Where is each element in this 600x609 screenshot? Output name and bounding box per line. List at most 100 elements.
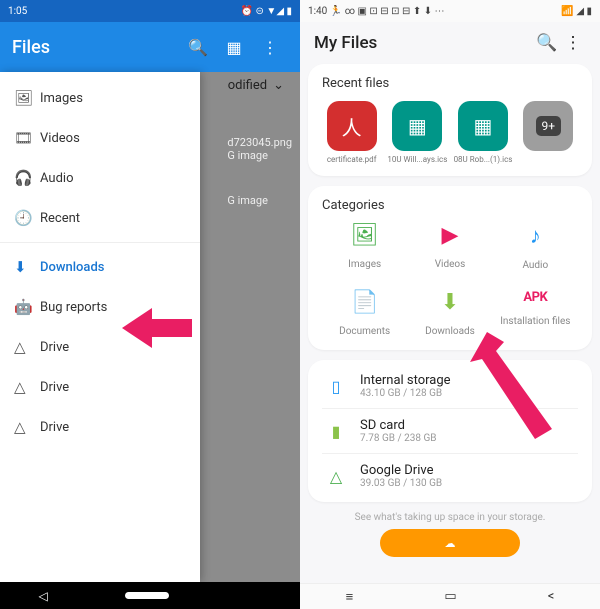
- recent-file[interactable]: ▦ 08U Rob...(1).ics: [453, 101, 512, 164]
- status-time: 1:05: [8, 6, 27, 17]
- drive-icon: △: [14, 338, 40, 356]
- video-icon: 🎞: [14, 129, 40, 147]
- navigation-drawer: 🖼Images 🎞Videos 🎧Audio 🕘Recent ⬇Download…: [0, 72, 200, 582]
- file-type: G image: [227, 194, 292, 207]
- categories-card: Categories 🖼 Images ▶ Videos ♪ Audio 📄 Docum…: [308, 186, 592, 350]
- status-bar: 1:05 ⏰ ⊝ ▼◢ ▮: [0, 0, 300, 22]
- back-button[interactable]: <: [548, 589, 555, 604]
- app-title: Files: [12, 37, 50, 58]
- recent-label: 08U Rob...(1).ics: [453, 155, 512, 164]
- search-icon[interactable]: 🔍: [534, 33, 560, 53]
- calendar-icon: ▦: [392, 101, 442, 151]
- category-label: Videos: [435, 259, 466, 270]
- audio-icon: 🎧: [14, 169, 40, 187]
- file-name: d723045.png: [227, 136, 292, 149]
- android-nav-bar: ◁: [0, 582, 300, 609]
- storage-sub: 43.10 GB / 128 GB: [360, 388, 451, 399]
- android-nav-bar: ≡ ▭ <: [300, 583, 600, 609]
- sdcard-icon: ▮: [322, 417, 350, 445]
- status-icons: ⏰ ⊝ ▼◢ ▮: [241, 6, 292, 17]
- drive-icon: △: [14, 418, 40, 436]
- drawer-item-audio[interactable]: 🎧Audio: [0, 158, 200, 198]
- recent-label: certificate.pdf: [322, 155, 381, 164]
- category-label: Documents: [339, 326, 390, 337]
- recent-file[interactable]: ▦ 10U Will...ays.ics: [387, 101, 447, 164]
- pdf-icon: 人: [327, 101, 377, 151]
- storage-hint: See what's taking up space in your stora…: [308, 512, 592, 523]
- category-label: Downloads: [425, 326, 475, 337]
- calendar-icon: ▦: [458, 101, 508, 151]
- drive-icon: △: [14, 378, 40, 396]
- storage-name: SD card: [360, 418, 437, 433]
- drawer-label: Images: [40, 91, 83, 106]
- download-icon: ⬇: [407, 290, 492, 315]
- storage-sdcard[interactable]: ▮ SD card7.78 GB / 238 GB: [322, 409, 578, 454]
- android-icon: 🤖: [14, 298, 40, 316]
- apk-icon: APK: [493, 290, 578, 305]
- category-videos[interactable]: ▶ Videos: [407, 223, 492, 272]
- category-apk[interactable]: APK Installation files: [493, 290, 578, 338]
- storage-internal[interactable]: ▯Internal storage43.10 GB / 128 GB: [322, 364, 578, 409]
- recent-files-card: Recent files 人 certificate.pdf ▦ 10U Will.…: [308, 64, 592, 176]
- file-type: G image: [227, 149, 292, 162]
- recents-button[interactable]: ≡: [346, 589, 354, 605]
- storage-sub: 39.03 GB / 130 GB: [360, 478, 442, 489]
- drawer-label: Drive: [40, 420, 69, 435]
- drawer-item-recent[interactable]: 🕘Recent: [0, 198, 200, 238]
- category-audio[interactable]: ♪ Audio: [493, 223, 578, 272]
- recent-files-title: Recent files: [322, 76, 578, 91]
- chevron-down-icon: ⌄: [273, 78, 284, 93]
- drawer-item-drive[interactable]: △Drive: [0, 407, 200, 447]
- overflow-menu-icon[interactable]: ⋮: [252, 38, 288, 57]
- download-icon: ⬇: [14, 258, 40, 276]
- category-label: Audio: [522, 260, 548, 271]
- category-label: Installation files: [500, 316, 570, 327]
- drawer-item-bugreports[interactable]: 🤖Bug reports: [0, 287, 200, 327]
- search-icon[interactable]: 🔍: [180, 38, 216, 57]
- app-title: My Files: [314, 33, 377, 53]
- category-label: Images: [348, 259, 381, 270]
- back-button[interactable]: ◁: [38, 589, 47, 603]
- more-icon: 9+: [523, 101, 573, 151]
- drawer-label: Audio: [40, 171, 73, 186]
- status-bar: 1:40 🏃 ∞ ▣ ⊡ ⊟ ⊡ ⊟ ⬆ ⬇ ⋯ 📶 ◢ ▮: [300, 0, 600, 22]
- drive-icon: △: [322, 462, 350, 490]
- analyze-storage-button[interactable]: ☁: [380, 529, 520, 557]
- note-icon: ♪: [493, 223, 578, 249]
- drawer-item-videos[interactable]: 🎞Videos: [0, 118, 200, 158]
- storage-name: Google Drive: [360, 463, 442, 478]
- image-icon: 🖼: [322, 223, 407, 248]
- status-left: 1:40 🏃 ∞ ▣ ⊡ ⊟ ⊡ ⊟ ⬆ ⬇ ⋯: [308, 6, 445, 17]
- sort-label: odified: [228, 78, 267, 93]
- categories-title: Categories: [322, 198, 578, 213]
- drawer-item-drive[interactable]: △Drive: [0, 327, 200, 367]
- recent-label: 10U Will...ays.ics: [387, 155, 447, 164]
- drawer-label: Drive: [40, 380, 69, 395]
- app-bar: Files 🔍 ▦ ⋮: [0, 22, 300, 72]
- drawer-label: Recent: [40, 211, 80, 226]
- drawer-item-downloads[interactable]: ⬇Downloads: [0, 247, 200, 287]
- drawer-item-drive[interactable]: △Drive: [0, 367, 200, 407]
- category-images[interactable]: 🖼 Images: [322, 223, 407, 272]
- image-icon: 🖼: [14, 89, 40, 107]
- storage-drive[interactable]: △ Google Drive39.03 GB / 130 GB: [322, 454, 578, 498]
- storage-sub: 7.78 GB / 238 GB: [360, 433, 437, 444]
- play-icon: ▶: [407, 223, 492, 248]
- recent-file-more[interactable]: 9+: [519, 101, 578, 164]
- drawer-label: Videos: [40, 131, 80, 146]
- grid-view-icon[interactable]: ▦: [216, 38, 252, 57]
- clock-icon: 🕘: [14, 209, 40, 227]
- recent-file[interactable]: 人 certificate.pdf: [322, 101, 381, 164]
- category-documents[interactable]: 📄 Documents: [322, 290, 407, 338]
- document-icon: 📄: [322, 290, 407, 315]
- file-item[interactable]: d723045.png G image G image: [227, 136, 292, 207]
- status-right: 📶 ◢ ▮: [561, 6, 592, 17]
- drawer-item-images[interactable]: 🖼Images: [0, 78, 200, 118]
- home-button[interactable]: ▭: [444, 589, 456, 604]
- category-downloads[interactable]: ⬇ Downloads: [407, 290, 492, 338]
- overflow-menu-icon[interactable]: ⋮: [560, 33, 586, 53]
- phone-icon: ▯: [322, 372, 350, 400]
- storage-card: ▯Internal storage43.10 GB / 128 GB ▮ SD c…: [308, 360, 592, 502]
- drawer-label: Bug reports: [40, 300, 107, 315]
- home-pill[interactable]: [125, 592, 169, 599]
